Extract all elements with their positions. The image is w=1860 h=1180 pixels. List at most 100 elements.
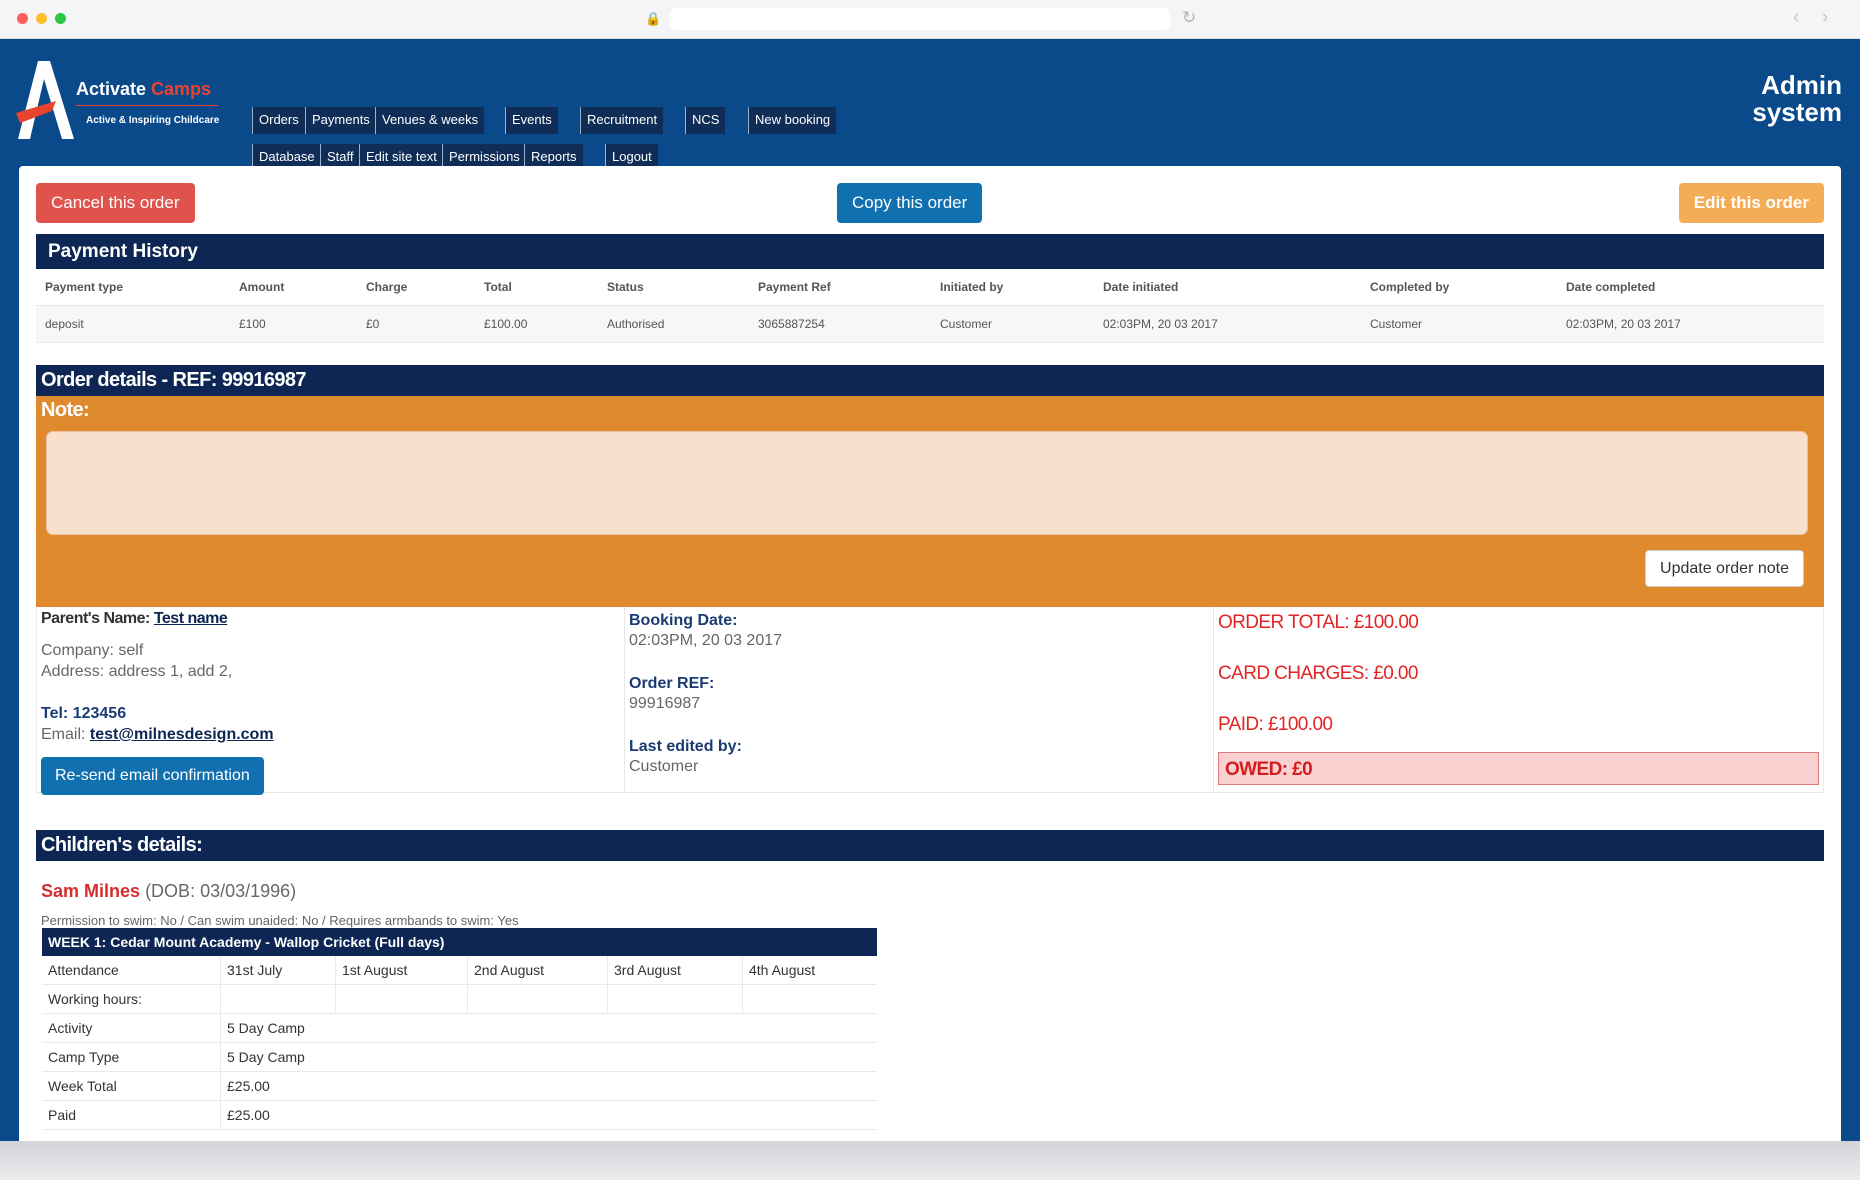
column-header: Status	[607, 280, 644, 294]
date-completed-cell: 02:03PM, 20 03 2017	[1566, 317, 1681, 331]
day-cell: 4th August	[749, 962, 816, 978]
nav-venues-weeks[interactable]: Venues & weeks	[375, 107, 485, 134]
payment-type-cell: deposit	[45, 317, 84, 331]
note-label: Note:	[41, 399, 90, 421]
window-bottom-edge	[0, 1141, 1860, 1180]
last-edited-label: Last edited by:	[629, 738, 742, 755]
admin-system-title: Admin system	[1752, 70, 1842, 127]
column-header: Initiated by	[940, 280, 1004, 294]
completed-by-cell: Customer	[1370, 317, 1423, 331]
card-charges-text: CARD CHARGES: £0.00	[1218, 663, 1418, 684]
resend-email-button[interactable]: Re-send email confirmation	[41, 757, 264, 795]
activity-value: 5 Day Camp	[227, 1020, 305, 1036]
tel-text: Tel: 123456	[41, 705, 127, 722]
total-cell: £100.00	[484, 317, 528, 331]
column-header: Completed by	[1370, 280, 1450, 294]
hours-cell	[608, 985, 743, 1014]
day-cell: 31st July	[221, 956, 336, 985]
week-total-value: £25.00	[227, 1078, 270, 1094]
update-order-note-button[interactable]: Update order note	[1645, 550, 1804, 587]
column-header: Payment Ref	[758, 280, 831, 294]
parent-name-link[interactable]: Test name	[154, 610, 228, 627]
table-row: Paid £25.00	[42, 1101, 877, 1130]
week-title: WEEK 1: Cedar Mount Academy - Wallop Cri…	[42, 928, 877, 956]
table-row: Camp Type 5 Day Camp	[42, 1043, 877, 1072]
address-bar[interactable]	[670, 8, 1170, 30]
hours-cell	[468, 985, 608, 1014]
table-row: Activity 5 Day Camp	[42, 1014, 877, 1043]
order-ref-value: 99916987	[629, 695, 701, 712]
column-header: Total	[484, 280, 512, 294]
order-note-panel: Note: Update order note	[36, 396, 1824, 607]
booking-date-value: 02:03PM, 20 03 2017	[629, 632, 783, 649]
table-row: deposit £100 £0 £100.00 Authorised 30658…	[36, 306, 1824, 343]
day-cell: 3rd August	[608, 956, 743, 985]
child-name-row: Sam Milnes (DOB: 03/03/1996)	[41, 881, 296, 902]
paid-label: Paid	[42, 1101, 221, 1130]
back-icon[interactable]: ‹	[1793, 7, 1799, 29]
paid-value: £25.00	[227, 1107, 270, 1123]
paid-text: PAID: £100.00	[1218, 714, 1333, 735]
cancel-order-button[interactable]: Cancel this order	[36, 183, 195, 223]
nav-recruitment[interactable]: Recruitment	[580, 107, 664, 134]
payment-history-title: Payment History	[36, 234, 1824, 269]
nav-events[interactable]: Events	[505, 107, 558, 134]
nav-new-booking[interactable]: New booking	[748, 107, 837, 134]
charge-cell: £0	[366, 317, 380, 331]
edit-order-button[interactable]: Edit this order	[1678, 183, 1824, 223]
nav-orders[interactable]: Orders	[252, 107, 305, 134]
forward-icon[interactable]: ›	[1822, 7, 1828, 29]
child-dob: (DOB: 03/03/1996)	[145, 881, 297, 901]
email-link[interactable]: test@milnesdesign.com	[90, 726, 274, 743]
minimize-window-icon[interactable]	[36, 13, 47, 24]
column-header: Date initiated	[1103, 280, 1179, 294]
parent-details: Parent's Name: Test name Company: self A…	[36, 607, 625, 795]
column-header: Amount	[239, 280, 285, 294]
browser-chrome: 🔒 ↻ ‹ ›	[0, 0, 1860, 39]
column-header: Date completed	[1566, 280, 1656, 294]
order-note-textarea[interactable]	[46, 431, 1808, 535]
table-row: Week Total £25.00	[42, 1072, 877, 1101]
amount-cell: £100	[239, 317, 266, 331]
order-details-columns: Parent's Name: Test name Company: self A…	[36, 607, 1824, 795]
hours-cell	[743, 985, 877, 1014]
page-viewport: Activate Camps Active & Inspiring Childc…	[0, 39, 1860, 1141]
table-row: Working hours:	[42, 985, 877, 1014]
payment-ref-cell: 3065887254	[758, 317, 825, 331]
email-label: Email:	[41, 726, 86, 743]
hours-cell	[221, 985, 336, 1014]
parent-name-label: Parent's Name:	[41, 610, 150, 627]
column-header: Charge	[366, 280, 408, 294]
working-hours-label: Working hours:	[42, 985, 221, 1014]
order-details-title: Order details - REF: 99916987	[36, 365, 1824, 396]
email-row: Email: test@milnesdesign.com	[41, 726, 274, 744]
day-cell: 2nd August	[468, 956, 608, 985]
booking-details: Booking Date: 02:03PM, 20 03 2017 Order …	[625, 607, 1214, 793]
camp-type-label: Camp Type	[42, 1043, 221, 1072]
reload-icon[interactable]: ↻	[1182, 8, 1196, 28]
brand-underline	[76, 105, 218, 106]
maximize-window-icon[interactable]	[55, 13, 66, 24]
attendance-label: Attendance	[42, 956, 221, 985]
brand-name: Activate Camps	[76, 79, 212, 99]
site-header: Activate Camps Active & Inspiring Childc…	[0, 39, 1860, 171]
children-details-title: Children's details:	[36, 830, 1824, 861]
activate-logo-icon	[16, 61, 74, 139]
status-cell: Authorised	[607, 317, 665, 331]
week-total-label: Week Total	[42, 1072, 221, 1101]
brand-tagline: Active & Inspiring Childcare	[86, 115, 220, 126]
close-window-icon[interactable]	[17, 13, 28, 24]
owed-text: OWED: £0	[1225, 759, 1313, 780]
lock-icon: 🔒	[645, 11, 662, 26]
nav-ncs[interactable]: NCS	[685, 107, 726, 134]
owed-badge: OWED: £0	[1218, 752, 1819, 785]
parent-name-row: Parent's Name: Test name	[41, 610, 228, 628]
copy-order-button[interactable]: Copy this order	[837, 183, 983, 223]
booking-date-label: Booking Date:	[629, 612, 738, 629]
order-total-text: ORDER TOTAL: £100.00	[1218, 612, 1419, 633]
day-cell: 1st August	[336, 956, 468, 985]
swim-permissions: Permission to swim: No / Can swim unaide…	[41, 913, 519, 928]
nav-payments[interactable]: Payments	[305, 107, 376, 134]
address-text: Address: address 1, add 2,	[41, 663, 233, 680]
child-name: Sam Milnes	[41, 881, 141, 901]
